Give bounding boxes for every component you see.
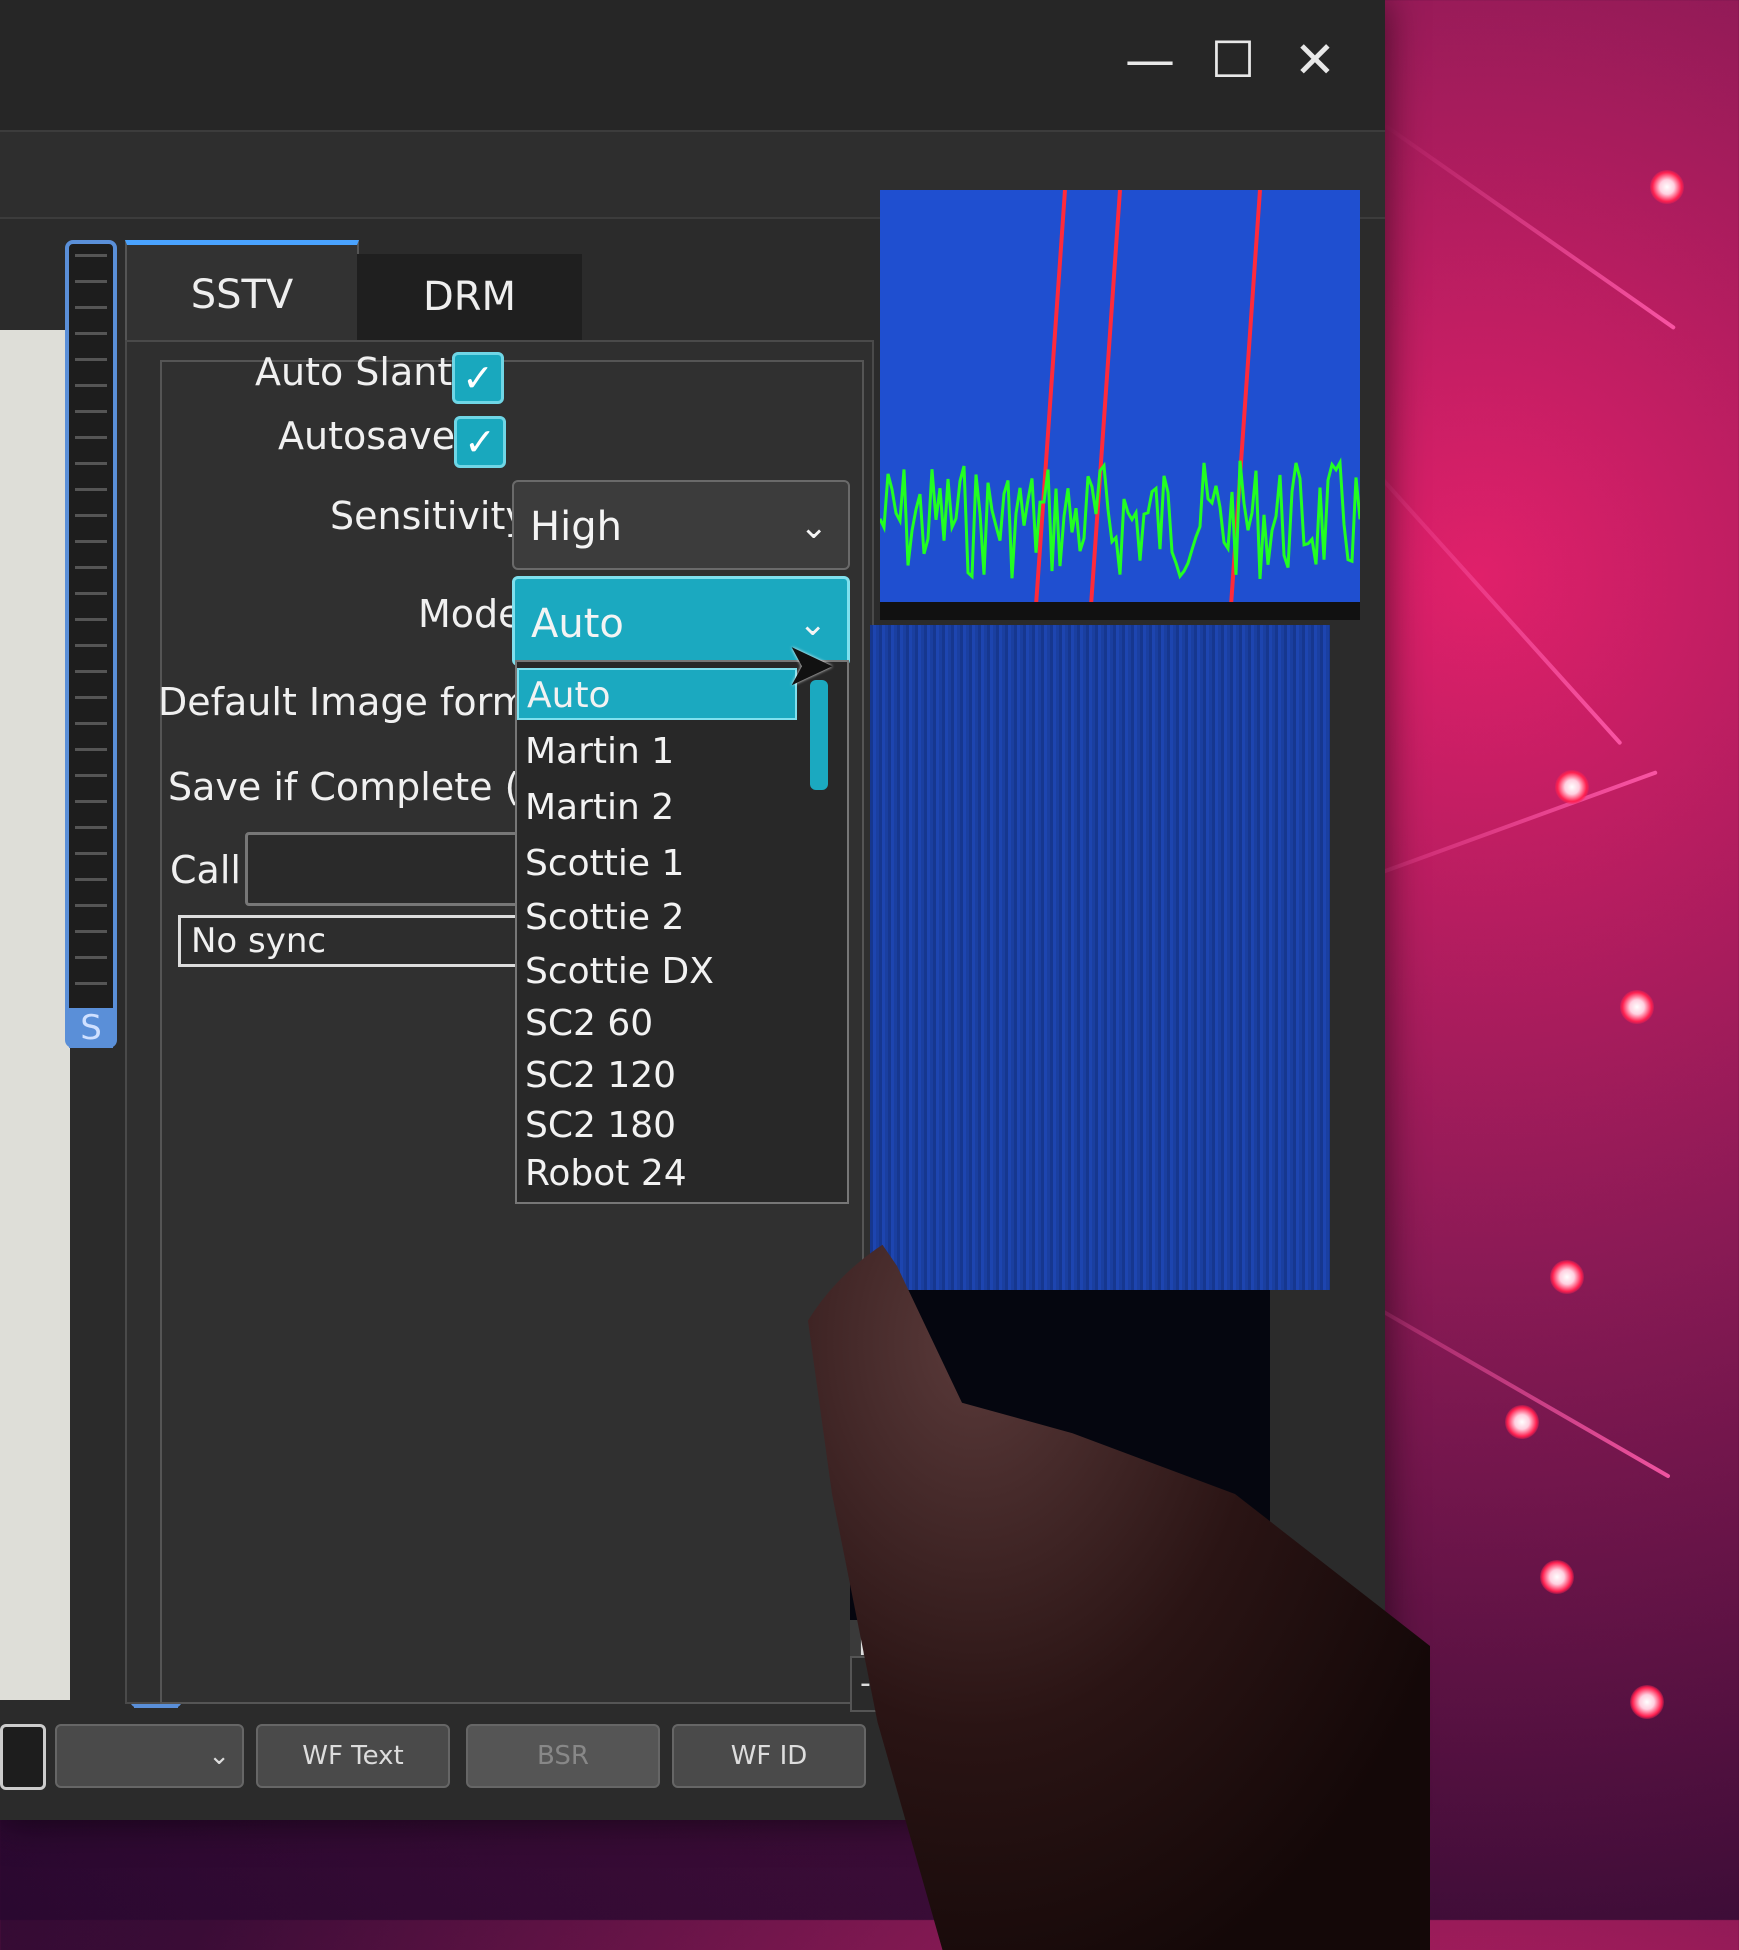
autosave-checkbox[interactable]: ✓ [454, 416, 506, 468]
led [1630, 1685, 1664, 1719]
vu-meter-signal: S [65, 240, 117, 1048]
mode-option[interactable]: Robot 24 [525, 1148, 687, 1200]
minimize-icon[interactable]: — [1120, 30, 1180, 90]
led [1505, 1405, 1539, 1439]
fiber [1378, 120, 1677, 331]
autosave-label: Autosave [278, 414, 456, 458]
spectrum-baseline [880, 602, 1360, 620]
check-icon: ✓ [464, 420, 496, 464]
sync-status: No sync [178, 915, 523, 967]
vu-ticks [75, 254, 107, 1034]
wf-text-button[interactable]: WF Text [256, 1724, 450, 1788]
mouse-cursor-icon: ➤ [785, 630, 836, 700]
mode-option[interactable]: Auto [517, 668, 797, 720]
mode-option[interactable]: SC2 180 [525, 1100, 676, 1152]
signal-trace [880, 457, 1360, 580]
led [1550, 1260, 1584, 1294]
bsr-button[interactable]: BSR [466, 1724, 660, 1788]
mode-option[interactable]: Scottie 2 [525, 892, 684, 944]
title-bar: — ☐ ✕ [0, 0, 1385, 130]
marker-line [1088, 190, 1122, 620]
mode-option[interactable]: Scottie 1 [525, 838, 684, 890]
spectrum-display [880, 190, 1360, 620]
wf-id-button[interactable]: WF ID [672, 1724, 866, 1788]
default-image-format-label: Default Image format [158, 680, 567, 724]
mode-option[interactable]: Scottie DX [525, 946, 714, 998]
mode-dropdown-list: Auto Martin 1 Martin 2 Scottie 1 Scottie… [515, 660, 849, 1204]
close-icon[interactable]: ✕ [1285, 30, 1345, 90]
spectrum-graph [880, 190, 1360, 620]
toolbar-combo[interactable]: ⌄ [55, 1724, 244, 1788]
sensitivity-combo[interactable]: High ⌄ [512, 480, 850, 570]
mode-option[interactable]: Martin 2 [525, 782, 674, 834]
mode-value: Auto [531, 601, 624, 647]
mode-option[interactable]: Martin 1 [525, 726, 674, 778]
mode-label: Mode [418, 592, 522, 636]
sensitivity-value: High [530, 504, 622, 550]
led [1620, 990, 1654, 1024]
bottom-toolbar: ⌄ WF Text BSR WF ID [0, 1712, 880, 1792]
led [1555, 770, 1589, 804]
tab-drm[interactable]: DRM [357, 254, 582, 340]
auto-slant-label: Auto Slant [255, 350, 453, 394]
tab-sstv[interactable]: SSTV [125, 240, 359, 345]
call-input[interactable] [245, 832, 525, 906]
led [1650, 170, 1684, 204]
mode-option[interactable]: SC2 120 [525, 1050, 676, 1102]
chevron-down-icon: ⌄ [799, 507, 829, 547]
sensitivity-label: Sensitivity [330, 494, 528, 538]
maximize-icon[interactable]: ☐ [1203, 30, 1263, 90]
mode-option[interactable]: SC2 60 [525, 998, 653, 1050]
check-icon: ✓ [462, 356, 494, 400]
vu-label-s: S [69, 1008, 113, 1048]
waterfall-display [870, 625, 1330, 1290]
chevron-down-icon: ⌄ [208, 1741, 230, 1771]
call-label: Call: [170, 848, 254, 892]
image-view [0, 330, 70, 1700]
led [1540, 1560, 1574, 1594]
save-if-complete-label: Save if Complete (%) [168, 765, 571, 809]
auto-slant-checkbox[interactable]: ✓ [452, 352, 504, 404]
color-swatch[interactable] [0, 1724, 46, 1790]
